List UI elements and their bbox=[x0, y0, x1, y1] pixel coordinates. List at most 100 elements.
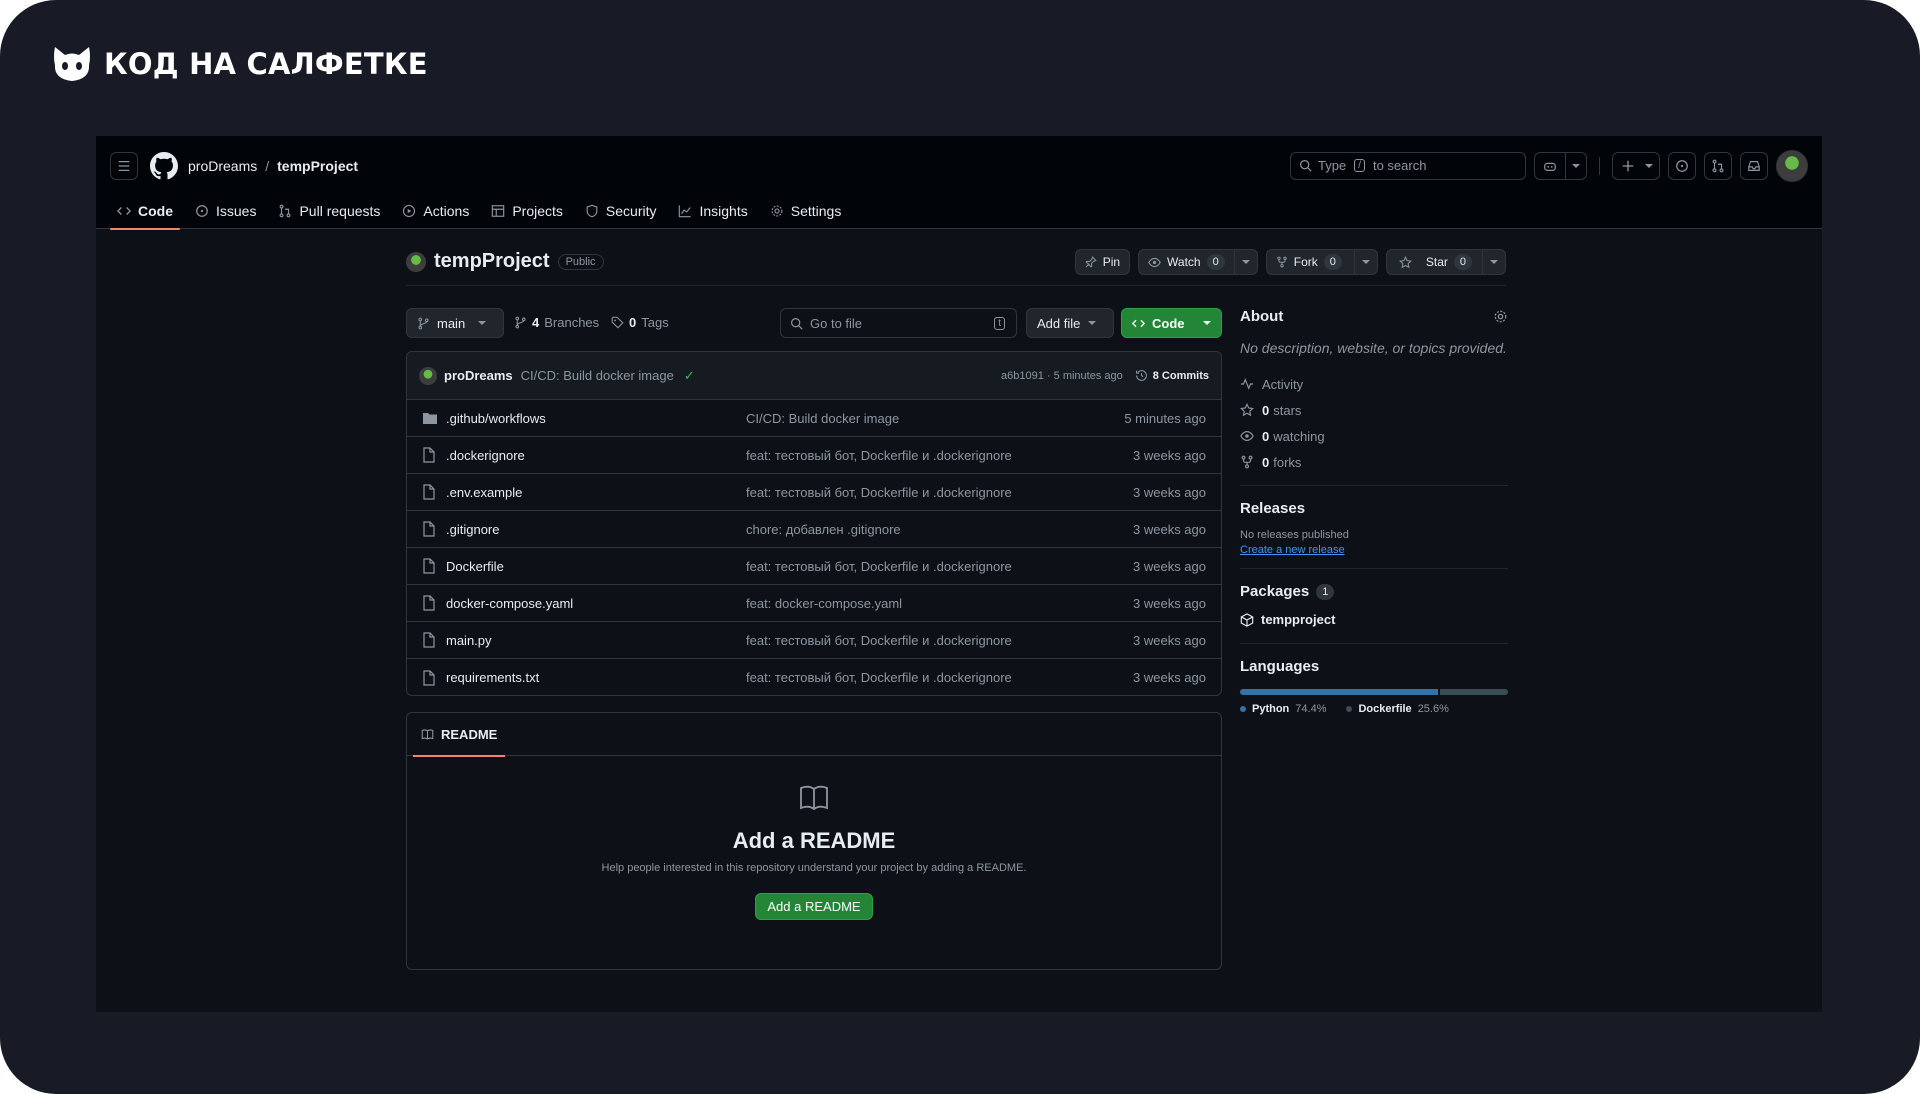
tab-label: Insights bbox=[699, 202, 748, 219]
file-row[interactable]: .env.example feat: тестовый бот, Dockerfi… bbox=[407, 474, 1221, 511]
issues-button[interactable] bbox=[1668, 151, 1696, 180]
file-commit-message[interactable]: chore: добавлен .gitignore bbox=[746, 522, 1133, 537]
commit-author[interactable]: proDreams bbox=[444, 368, 513, 383]
file-row[interactable]: Dockerfile feat: тестовый бот, Dockerfile… bbox=[407, 548, 1221, 585]
latest-commit-bar: proDreams CI/CD: Build docker image ✓ a6… bbox=[407, 352, 1221, 400]
activity-label: Activity bbox=[1262, 376, 1304, 392]
package-icon bbox=[1240, 612, 1254, 627]
file-commit-time: 3 weeks ago bbox=[1133, 521, 1206, 537]
file-commit-message[interactable]: CI/CD: Build docker image bbox=[746, 411, 1124, 426]
file-name[interactable]: requirements.txt bbox=[446, 670, 746, 685]
file-name[interactable]: Dockerfile bbox=[446, 559, 746, 574]
file-name[interactable]: .github/workflows bbox=[446, 411, 746, 426]
brand-text: КОД НА САЛФЕТКЕ bbox=[104, 47, 428, 81]
copilot-button[interactable] bbox=[1534, 151, 1587, 180]
code-button[interactable]: Code bbox=[1121, 308, 1222, 338]
tab-issues[interactable]: Issues bbox=[186, 192, 265, 229]
file-icon bbox=[423, 447, 435, 463]
file-row[interactable]: main.py feat: тестовый бот, Dockerfile и … bbox=[407, 622, 1221, 659]
user-avatar[interactable] bbox=[1776, 149, 1808, 182]
tab-insights[interactable]: Insights bbox=[669, 192, 756, 229]
commits-history-link[interactable]: 8 Commits bbox=[1135, 369, 1209, 382]
language-item[interactable]: Python 74.4% bbox=[1240, 703, 1326, 715]
file-commit-message[interactable]: feat: тестовый бот, Dockerfile и .docker… bbox=[746, 448, 1133, 463]
fork-dropdown[interactable] bbox=[1353, 250, 1377, 274]
stars-link[interactable]: 0 stars bbox=[1240, 397, 1508, 423]
inbox-button[interactable] bbox=[1740, 151, 1768, 180]
file-name[interactable]: .dockerignore bbox=[446, 448, 746, 463]
tab-security[interactable]: Security bbox=[576, 192, 666, 229]
file-commit-message[interactable]: feat: тестовый бот, Dockerfile и .docker… bbox=[746, 485, 1133, 500]
file-row[interactable]: .github/workflows CI/CD: Build docker ima… bbox=[407, 400, 1221, 437]
language-item[interactable]: Dockerfile 25.6% bbox=[1346, 703, 1449, 715]
fork-button[interactable]: Fork 0 bbox=[1265, 249, 1378, 275]
file-commit-message[interactable]: feat: тестовый бот, Dockerfile и .docker… bbox=[746, 633, 1133, 648]
add-file-button[interactable]: Add file bbox=[1026, 308, 1114, 338]
go-to-file-input[interactable]: Go to file t bbox=[780, 308, 1017, 338]
github-logo-icon[interactable] bbox=[150, 151, 178, 180]
star-dropdown[interactable] bbox=[1482, 250, 1505, 274]
branches-link[interactable]: 4 Branches bbox=[514, 315, 599, 330]
file-name[interactable]: main.py bbox=[446, 633, 746, 648]
pin-icon bbox=[1085, 256, 1097, 268]
global-search-input[interactable]: Type / to search bbox=[1290, 151, 1526, 180]
file-name[interactable]: .gitignore bbox=[446, 522, 746, 537]
stars-count: 0 bbox=[1262, 402, 1270, 418]
language-name: Dockerfile bbox=[1358, 703, 1412, 715]
file-commit-message[interactable]: feat: тестовый бот, Dockerfile и .docker… bbox=[746, 670, 1133, 685]
file-browser: proDreams CI/CD: Build docker image ✓ a6… bbox=[406, 351, 1222, 696]
commit-message[interactable]: CI/CD: Build docker image bbox=[521, 368, 674, 383]
branch-selector[interactable]: main bbox=[406, 308, 504, 338]
tab-actions[interactable]: Actions bbox=[393, 192, 478, 229]
packages-title[interactable]: Packages bbox=[1240, 583, 1309, 600]
package-item[interactable]: tempproject bbox=[1240, 612, 1508, 627]
create-release-link[interactable]: Create a new release bbox=[1240, 544, 1508, 556]
tab-settings[interactable]: Settings bbox=[761, 192, 851, 229]
star-button[interactable]: Star 0 bbox=[1385, 249, 1506, 275]
star-label: Star bbox=[1425, 255, 1448, 269]
file-row[interactable]: requirements.txt feat: тестовый бот, Dock… bbox=[407, 659, 1221, 695]
github-window: proDreams / tempProject Type / to search bbox=[96, 136, 1822, 1012]
tags-link[interactable]: 0 Tags bbox=[611, 315, 669, 330]
file-commit-message[interactable]: feat: тестовый бот, Dockerfile и .docker… bbox=[746, 559, 1133, 574]
tab-pull-requests[interactable]: Pull requests bbox=[269, 192, 389, 229]
forks-link[interactable]: 0 forks bbox=[1240, 449, 1508, 475]
tab-code[interactable]: Code bbox=[108, 192, 182, 230]
about-title: About bbox=[1240, 308, 1284, 325]
repo-owner-avatar[interactable] bbox=[406, 251, 426, 272]
file-name[interactable]: docker-compose.yaml bbox=[446, 596, 746, 611]
repo-title[interactable]: tempProject bbox=[434, 250, 550, 273]
about-settings-button[interactable] bbox=[1493, 309, 1508, 324]
tab-projects[interactable]: Projects bbox=[482, 192, 572, 229]
breadcrumb-repo[interactable]: tempProject bbox=[277, 158, 358, 174]
breadcrumb-owner[interactable]: proDreams bbox=[188, 158, 257, 174]
activity-link[interactable]: Activity bbox=[1240, 371, 1508, 397]
file-commit-message[interactable]: feat: docker-compose.yaml bbox=[746, 596, 1133, 611]
commit-author-avatar[interactable] bbox=[419, 366, 437, 385]
pull-requests-button[interactable] bbox=[1704, 151, 1732, 180]
file-row[interactable]: .gitignore chore: добавлен .gitignore 3 we… bbox=[407, 511, 1221, 548]
go-to-file-shortcut: t bbox=[994, 316, 1005, 330]
visibility-badge: Public bbox=[557, 253, 604, 270]
file-row[interactable]: docker-compose.yaml feat: docker-compose.… bbox=[407, 585, 1221, 622]
packages-count: 1 bbox=[1316, 583, 1335, 600]
language-dot bbox=[1346, 706, 1353, 712]
language-percent: 25.6% bbox=[1417, 703, 1449, 715]
file-row[interactable]: .dockerignore feat: тестовый бот, Dockerf… bbox=[407, 437, 1221, 474]
menu-button[interactable] bbox=[110, 151, 138, 180]
check-icon[interactable]: ✓ bbox=[684, 368, 695, 384]
watch-button[interactable]: Watch 0 bbox=[1138, 249, 1258, 275]
releases-title[interactable]: Releases bbox=[1240, 500, 1508, 517]
add-readme-button[interactable]: Add a README bbox=[755, 893, 873, 920]
file-icon-wrap bbox=[422, 484, 438, 500]
pull-request-icon bbox=[1712, 159, 1724, 172]
file-name[interactable]: .env.example bbox=[446, 485, 746, 500]
pin-button[interactable]: Pin bbox=[1074, 249, 1131, 275]
file-icon-wrap bbox=[422, 632, 438, 648]
commit-hash-time[interactable]: a6b1091 · 5 minutes ago bbox=[1001, 370, 1123, 382]
readme-title: Add a README bbox=[732, 828, 896, 853]
readme-tab[interactable]: README bbox=[413, 713, 506, 757]
watch-dropdown[interactable] bbox=[1233, 250, 1257, 274]
create-new-button[interactable] bbox=[1612, 151, 1660, 180]
watching-link[interactable]: 0 watching bbox=[1240, 423, 1508, 449]
